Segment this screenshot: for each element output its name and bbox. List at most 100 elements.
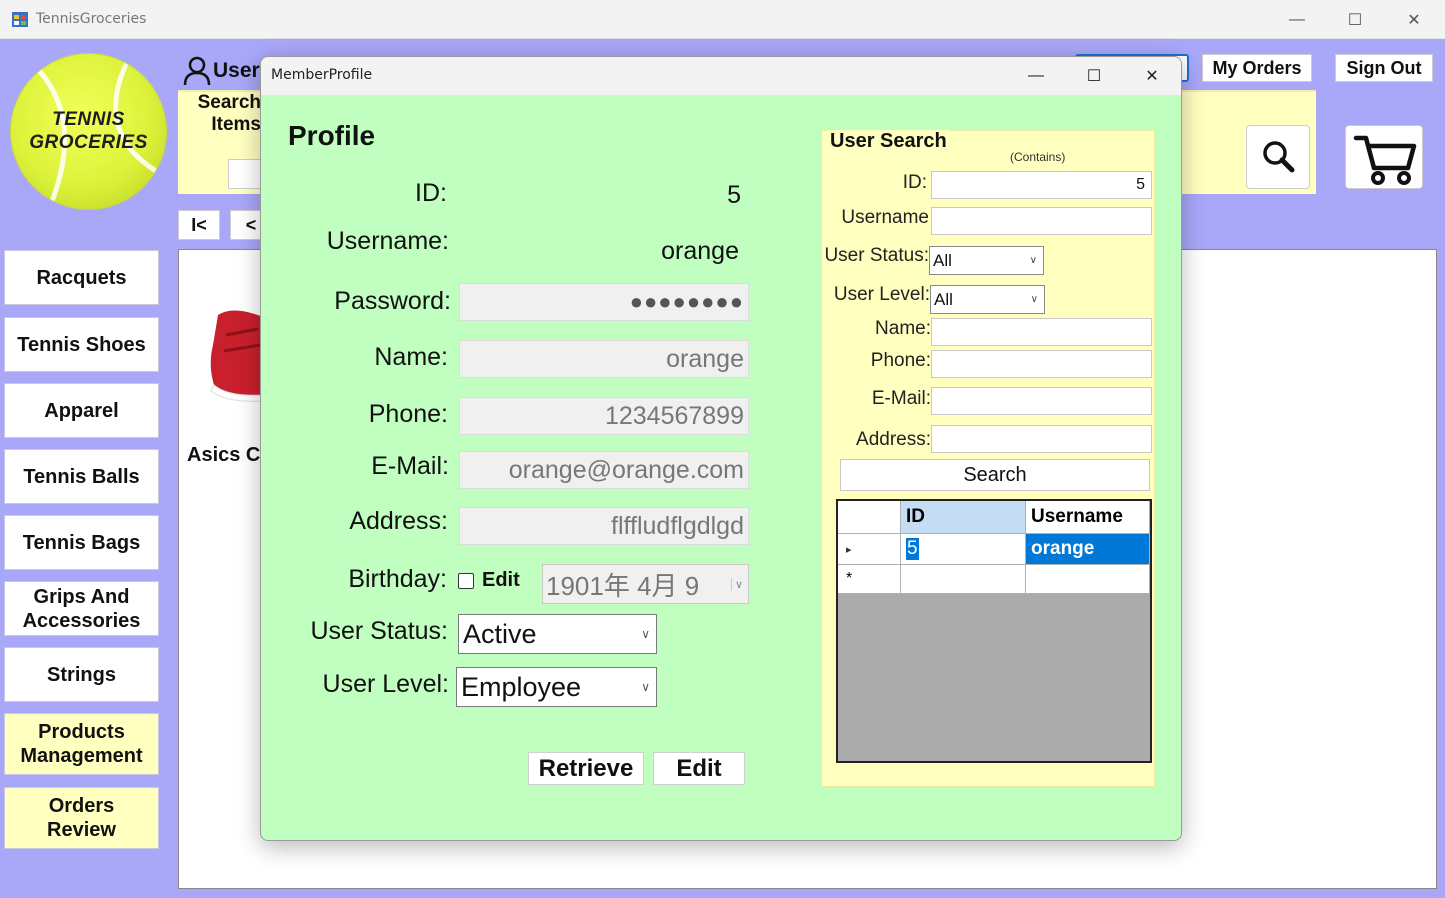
search-username-input[interactable] — [931, 207, 1152, 235]
nav-strings[interactable]: Strings — [4, 647, 159, 702]
magnifier-icon — [1263, 141, 1295, 173]
my-orders-button[interactable]: My Orders — [1202, 54, 1312, 82]
grid-new-row-id-cell[interactable] — [901, 565, 1026, 594]
search-button[interactable] — [1246, 125, 1310, 189]
address-label: Address: — [349, 507, 448, 535]
id-value: 5 — [727, 181, 741, 209]
grid-column-header-id[interactable]: ID — [901, 501, 1026, 534]
user-search-button[interactable]: Search — [840, 459, 1150, 491]
grid-new-row-marker[interactable]: * — [838, 565, 901, 594]
logo-text-line2: GROCERIES — [29, 132, 148, 153]
tennis-groceries-logo: TENNIS GROCERIES — [11, 54, 166, 209]
username-label: Username: — [326, 227, 449, 255]
search-id-input[interactable]: 5 — [931, 171, 1152, 199]
email-label: E-Mail: — [371, 452, 449, 480]
birthday-date-picker[interactable]: 1901年 4月 9 ∨ — [542, 564, 749, 604]
search-address-label: Address: — [856, 429, 931, 450]
search-items-label: Search Items — [197, 92, 261, 135]
phone-field[interactable]: 1234567899 — [459, 397, 749, 435]
main-title-bar: TennisGroceries — ☐ ✕ — [0, 0, 1445, 39]
cart-button[interactable] — [1345, 125, 1423, 189]
email-field[interactable]: orange@orange.com — [459, 451, 749, 489]
dialog-title-bar: MemberProfile — ☐ ✕ — [261, 57, 1181, 95]
nav-tennis-shoes[interactable]: Tennis Shoes — [4, 317, 159, 372]
main-window-title: TennisGroceries — [36, 11, 147, 27]
search-user-level-select[interactable]: All ∨ — [930, 285, 1045, 314]
search-email-input[interactable] — [931, 387, 1152, 415]
user-level-select[interactable]: Employee ∨ — [456, 667, 657, 707]
search-phone-input[interactable] — [931, 350, 1152, 378]
user-icon — [183, 56, 211, 86]
search-username-label: Username — [841, 207, 929, 228]
name-label: Name: — [374, 343, 448, 371]
id-label: ID: — [415, 179, 447, 207]
first-page-button[interactable]: I< — [178, 210, 220, 240]
grid-new-row-username-cell[interactable] — [1026, 565, 1150, 594]
grid-corner-header — [838, 501, 901, 534]
search-user-level-label: User Level: — [833, 284, 930, 305]
user-search-title: User Search — [827, 130, 950, 153]
logo-text-line1: TENNIS — [52, 109, 125, 130]
search-user-status-value: All — [933, 250, 952, 270]
minimize-button[interactable]: — — [1268, 0, 1326, 39]
close-button[interactable]: ✕ — [1385, 0, 1443, 39]
member-profile-dialog: MemberProfile — ☐ ✕ Profile ID: 5 Userna… — [260, 56, 1182, 841]
chevron-down-icon: ∨ — [1030, 294, 1038, 305]
nav-grips-and-accessories[interactable]: Grips And Accessories — [4, 581, 159, 636]
dialog-title: MemberProfile — [271, 67, 373, 83]
search-email-label: E-Mail: — [871, 388, 931, 409]
password-field[interactable]: ●●●●●●●● — [459, 283, 749, 321]
user-label: User — [213, 59, 260, 82]
grid-cell-id[interactable]: 5 — [901, 534, 1026, 565]
birthday-edit-label[interactable]: Edit — [482, 569, 520, 592]
search-id-label: ID: — [902, 172, 927, 193]
profile-title: Profile — [288, 120, 376, 151]
search-name-input[interactable] — [931, 318, 1152, 346]
dialog-minimize-button[interactable]: — — [1007, 57, 1065, 95]
maximize-button[interactable]: ☐ — [1326, 0, 1384, 39]
grid-cell-username[interactable]: orange — [1026, 534, 1150, 565]
address-field[interactable]: flffludflgdlgd — [459, 507, 749, 545]
birthday-edit-checkbox[interactable] — [458, 573, 474, 589]
nav-apparel[interactable]: Apparel — [4, 383, 159, 438]
sign-out-button[interactable]: Sign Out — [1335, 54, 1433, 82]
tennis-shoe-image — [210, 310, 264, 402]
retrieve-button[interactable]: Retrieve — [528, 752, 644, 785]
nav-products-management[interactable]: Products Management — [4, 713, 159, 775]
shopping-cart-icon — [1353, 135, 1417, 185]
nav-racquets[interactable]: Racquets — [4, 250, 159, 305]
search-user-status-select[interactable]: All ∨ — [929, 246, 1044, 275]
user-results-grid: ID Username ▸ 5 orange * — [836, 499, 1152, 763]
username-value: orange — [661, 237, 739, 265]
edit-button[interactable]: Edit — [653, 752, 745, 785]
search-name-label: Name: — [875, 318, 931, 339]
app-icon — [12, 12, 28, 27]
chevron-down-icon: ∨ — [641, 680, 650, 694]
birthday-value: 1901年 4月 9 — [546, 570, 700, 601]
search-address-input[interactable] — [931, 425, 1152, 453]
product-name[interactable]: Asics C — [187, 444, 260, 467]
user-status-label: User Status: — [310, 617, 448, 645]
user-level-label: User Level: — [322, 670, 449, 698]
name-field[interactable]: orange — [459, 340, 749, 378]
chevron-down-icon: ∨ — [641, 627, 650, 641]
phone-label: Phone: — [368, 400, 448, 428]
nav-orders-review[interactable]: Orders Review — [4, 787, 159, 849]
user-status-select[interactable]: Active ∨ — [458, 614, 657, 654]
chevron-down-icon: ∨ — [730, 577, 748, 591]
search-user-status-label: User Status: — [824, 245, 929, 266]
password-label: Password: — [334, 287, 451, 315]
chevron-down-icon: ∨ — [1029, 255, 1037, 266]
birthday-label: Birthday: — [348, 565, 447, 593]
dialog-maximize-button[interactable]: ☐ — [1065, 57, 1123, 95]
grid-column-header-username[interactable]: Username — [1026, 501, 1150, 534]
nav-tennis-bags[interactable]: Tennis Bags — [4, 515, 159, 570]
dialog-close-button[interactable]: ✕ — [1123, 57, 1181, 95]
grid-current-row-marker[interactable]: ▸ — [838, 534, 901, 565]
nav-tennis-balls[interactable]: Tennis Balls — [4, 449, 159, 504]
search-user-level-value: All — [934, 289, 953, 309]
user-level-value: Employee — [461, 671, 582, 702]
grid-cell-id-value: 5 — [906, 538, 919, 560]
contains-hint: (Contains) — [1010, 150, 1066, 164]
user-status-value: Active — [463, 618, 537, 649]
